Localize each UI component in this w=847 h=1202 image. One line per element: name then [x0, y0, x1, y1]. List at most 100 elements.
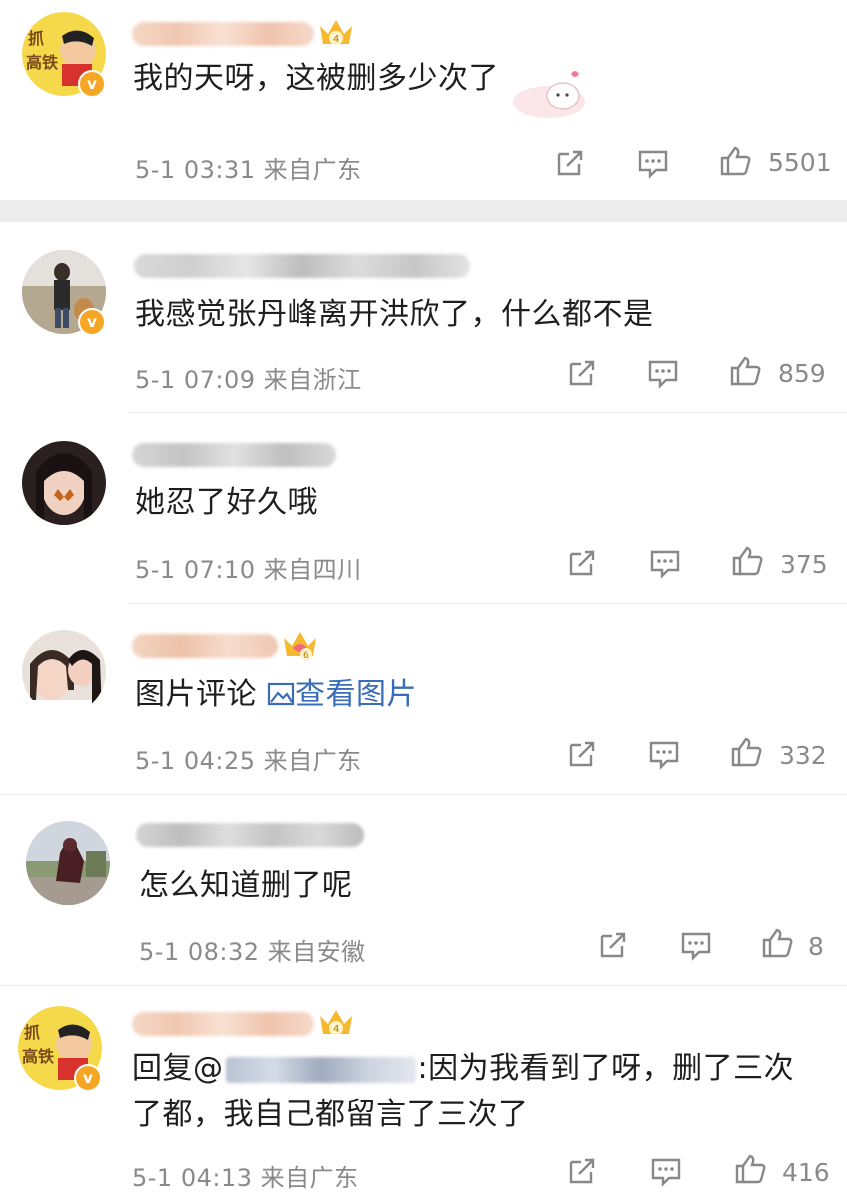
comment-meta: 5-1 04:25 来自广东	[135, 741, 362, 776]
avatar-text: 抓	[28, 29, 44, 48]
thumbs-up-icon	[730, 356, 761, 386]
comment-button[interactable]	[649, 1154, 683, 1188]
comment-location: 来自广东	[260, 1164, 359, 1192]
comment-meta: 5-1 07:10 来自四川	[135, 550, 362, 585]
comment-meta: 5-1 07:09 来自浙江	[135, 360, 362, 395]
like-count: 332	[779, 741, 827, 770]
share-icon	[569, 1158, 595, 1184]
comment-location: 来自广东	[263, 156, 362, 184]
share-icon	[569, 741, 595, 767]
share-button[interactable]	[565, 546, 599, 580]
svg-text:高铁: 高铁	[26, 53, 58, 72]
like-button[interactable]	[733, 1152, 767, 1186]
verified-badge-icon: v	[74, 1064, 102, 1092]
comment-item: 抓 高铁 v 4 回复@:因为我看到了呀，删了三次 了都，我自己都留言了三次了 …	[0, 986, 847, 1202]
mention-username-blurred[interactable]	[225, 1056, 416, 1083]
thumbs-up-icon	[732, 546, 763, 576]
crown-icon: 4	[320, 1010, 352, 1035]
like-button[interactable]	[728, 354, 762, 388]
view-image-link[interactable]: 查看图片	[267, 677, 417, 712]
share-icon	[569, 550, 595, 576]
comment-time: 5-1 08:32	[139, 938, 260, 966]
comment-item: 怎么知道删了呢 5-1 08:32 来自安徽 8	[0, 795, 847, 985]
thumbs-up-icon	[731, 737, 762, 767]
comment-location: 来自四川	[263, 556, 362, 584]
svg-text:4: 4	[333, 1024, 339, 1035]
comment-icon	[638, 150, 668, 179]
crown-icon: 6	[284, 632, 316, 661]
comment-time: 5-1 07:10	[135, 556, 256, 584]
comment-button[interactable]	[647, 737, 681, 771]
share-button[interactable]	[565, 737, 599, 771]
share-button[interactable]	[596, 928, 630, 962]
comment-text: 我的天呀，这被删多少次了	[133, 61, 499, 96]
comment-icon	[650, 550, 680, 579]
comment-button[interactable]	[636, 146, 670, 180]
username-blurred[interactable]	[132, 443, 336, 467]
avatar[interactable]	[22, 630, 106, 714]
comment-location: 来自广东	[263, 747, 362, 775]
svg-text:4: 4	[333, 34, 339, 45]
comment-icon	[651, 1158, 681, 1187]
verified-badge-icon: v	[78, 70, 106, 98]
comment-item: 她忍了好久哦 5-1 07:10 来自四川 375	[0, 413, 847, 603]
comment-button[interactable]	[648, 546, 682, 580]
like-count: 5501	[768, 148, 832, 177]
comment-time: 5-1 04:25	[135, 747, 256, 775]
crown-icon: 4	[320, 20, 352, 45]
reply-prefix: 回复@	[132, 1051, 224, 1086]
comment-text: 回复@ :因为我看到了呀，删了三次 了都，我自己都留言了三次了	[132, 1046, 832, 1138]
share-icon	[569, 360, 595, 386]
username-blurred[interactable]	[132, 1012, 314, 1036]
comment-text: 怎么知道删了呢	[139, 868, 353, 903]
like-button[interactable]	[729, 735, 763, 769]
avatar[interactable]	[26, 821, 110, 905]
comment-text: 她忍了好久哦	[135, 485, 318, 520]
share-button[interactable]	[565, 356, 599, 390]
comment-button[interactable]	[679, 928, 713, 962]
comment-time: 5-1 07:09	[135, 366, 256, 394]
comment-item: 抓 高铁 v 4 我的天呀，这被删多少次了 5-1 03:31 来自广东 550…	[0, 0, 847, 200]
comment-item: v 我感觉张丹峰离开洪欣了，什么都不是 5-1 07:09 来自浙江 859	[0, 222, 847, 412]
comment-meta: 5-1 03:31 来自广东	[135, 150, 362, 185]
comment-location: 来自安徽	[267, 938, 366, 966]
share-button[interactable]	[553, 146, 587, 180]
avatar-text: 抓	[24, 1023, 40, 1042]
reply-text-line2: 了都，我自己都留言了三次了	[132, 1097, 529, 1132]
comment-button[interactable]	[646, 356, 680, 390]
comment-meta: 5-1 08:32 来自安徽	[139, 932, 366, 967]
like-button[interactable]	[760, 926, 794, 960]
verified-badge-icon: v	[78, 308, 106, 336]
thumbs-up-icon	[735, 1154, 766, 1184]
section-divider	[0, 200, 847, 222]
share-button[interactable]	[565, 1154, 599, 1188]
comment-location: 来自浙江	[263, 366, 362, 394]
like-count: 859	[778, 359, 826, 388]
username-blurred[interactable]	[132, 22, 314, 46]
avatar[interactable]	[22, 441, 106, 525]
like-count: 416	[782, 1158, 830, 1187]
username-blurred[interactable]	[132, 634, 278, 658]
like-count: 8	[808, 932, 824, 961]
like-count: 375	[780, 550, 828, 579]
comment-item: 6 图片评论 查看图片 5-1 04:25 来自广东 332	[0, 604, 847, 794]
like-button[interactable]	[730, 544, 764, 578]
comment-text: 我感觉张丹峰离开洪欣了，什么都不是	[135, 297, 654, 332]
cat-sticker-icon	[513, 71, 585, 118]
comment-icon	[681, 932, 711, 961]
share-icon	[557, 150, 583, 176]
view-image-label: 查看图片	[295, 677, 418, 712]
comment-icon	[649, 741, 679, 770]
comment-meta: 5-1 04:13 来自广东	[132, 1158, 359, 1193]
username-blurred[interactable]	[136, 823, 364, 847]
comment-time: 5-1 04:13	[132, 1164, 253, 1192]
comment-text: 图片评论 查看图片	[135, 672, 417, 718]
svg-text:6: 6	[303, 651, 309, 661]
comment-icon	[648, 360, 678, 389]
like-button[interactable]	[718, 144, 752, 178]
share-icon	[600, 932, 626, 958]
reply-text: :因为我看到了呀，删了三次	[417, 1051, 795, 1086]
image-icon	[267, 682, 295, 706]
username-blurred[interactable]	[134, 254, 470, 278]
comment-time: 5-1 03:31	[135, 156, 256, 184]
